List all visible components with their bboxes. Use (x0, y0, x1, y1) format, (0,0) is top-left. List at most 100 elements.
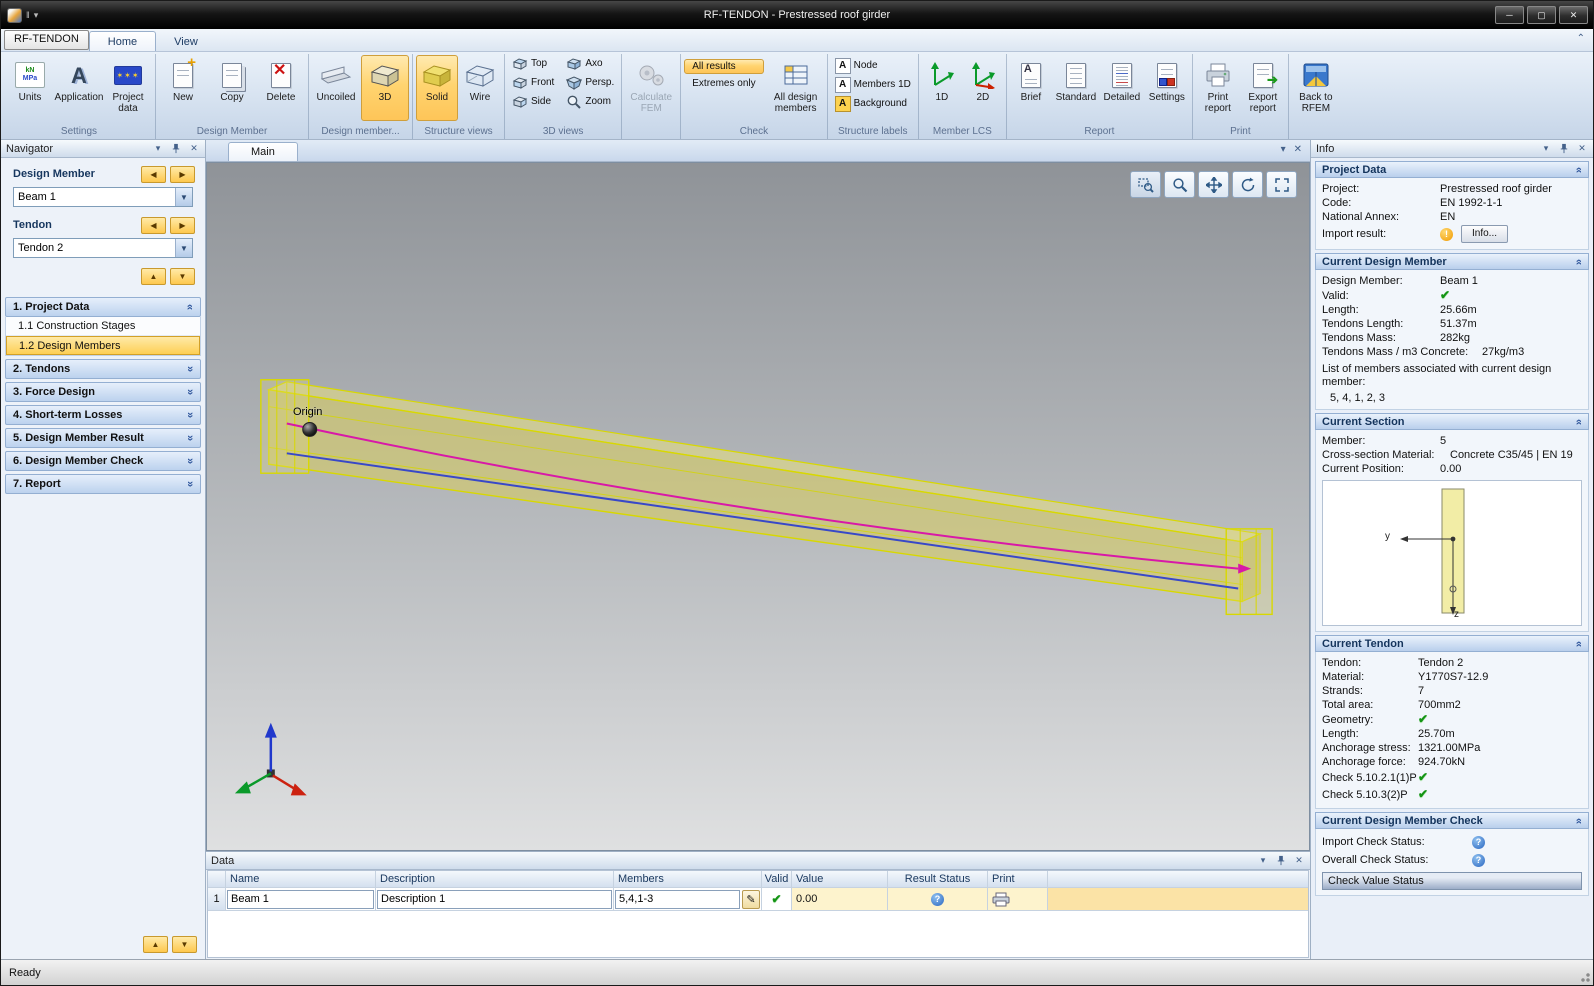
pan-button[interactable] (1198, 171, 1229, 198)
wire-view-button[interactable]: Wire (459, 55, 501, 121)
row-number[interactable]: 1 (208, 888, 226, 911)
design-member-input[interactable] (14, 188, 175, 206)
resize-grip[interactable] (1578, 970, 1590, 982)
standard-report-button[interactable]: Standard (1053, 55, 1099, 121)
nav-section-short-term-losses[interactable]: 4. Short-term Losses » (5, 405, 201, 425)
tendon-input[interactable] (14, 239, 175, 257)
column-header-print[interactable]: Print (988, 871, 1048, 888)
uncoiled-button[interactable]: Uncoiled (312, 55, 360, 121)
nav-item-construction-stages[interactable]: 1.1 Construction Stages (6, 317, 200, 336)
nav-section-design-member-check[interactable]: 6. Design Member Check » (5, 451, 201, 471)
lcs-2d-button[interactable]: 2D (963, 55, 1003, 121)
edit-members-button[interactable]: ✎ (742, 889, 760, 909)
view-close-icon[interactable]: ✕ (1294, 144, 1302, 155)
column-header-value[interactable]: Value (792, 871, 888, 888)
close-icon[interactable]: ✕ (1293, 855, 1305, 866)
next-tendon-button[interactable]: ▶ (170, 216, 195, 234)
export-report-button[interactable]: ➔ Export report (1241, 55, 1285, 121)
back-to-rfem-button[interactable]: Back to RFEM (1292, 55, 1340, 121)
prev-tendon-button[interactable]: ◀ (141, 216, 166, 234)
view-axo-button[interactable]: Axo (562, 55, 618, 72)
panel-menu-icon[interactable]: ▾ (1257, 855, 1269, 866)
origin-marker[interactable] (302, 421, 318, 437)
brief-report-button[interactable]: A Brief (1010, 55, 1052, 121)
viewport-3d[interactable]: Origin (206, 162, 1310, 851)
detailed-report-button[interactable]: Detailed (1100, 55, 1144, 121)
info-section-header[interactable]: Current Design Member Check » (1315, 812, 1589, 829)
panel-menu-icon[interactable]: ▾ (152, 143, 164, 154)
nav-section-report[interactable]: 7. Report » (5, 474, 201, 494)
quick-access-dropdown-icon[interactable]: ▾ (34, 10, 39, 21)
tendon-down-button[interactable]: ▼ (170, 267, 195, 285)
nav-section-design-member-result[interactable]: 5. Design Member Result » (5, 428, 201, 448)
view-menu-icon[interactable]: ▾ (1281, 144, 1286, 155)
units-button[interactable]: kN MPa Units (6, 55, 54, 121)
tab-main-view[interactable]: Main (228, 142, 298, 161)
column-header-name[interactable]: Name (226, 871, 376, 888)
members-1d-labels-button[interactable]: A Members 1D (831, 76, 915, 93)
name-field[interactable] (227, 889, 374, 909)
chevron-down-icon[interactable]: ▼ (175, 239, 192, 257)
column-header-result-status[interactable]: Result Status (888, 871, 988, 888)
application-menu-button[interactable]: RF-TENDON (4, 30, 89, 50)
column-header-members[interactable]: Members (614, 871, 762, 888)
girder-beam[interactable] (266, 381, 1263, 603)
nav-item-design-members[interactable]: 1.2 Design Members (6, 336, 200, 355)
members-field[interactable] (615, 889, 740, 909)
nav-section-force-design[interactable]: 3. Force Design » (5, 382, 201, 402)
new-button[interactable]: + New (159, 55, 207, 121)
close-icon[interactable]: ✕ (188, 143, 200, 154)
orbit-button[interactable] (1232, 171, 1263, 198)
info-section-header[interactable]: Project Data » (1315, 161, 1589, 178)
zoom-window-button[interactable] (1130, 171, 1161, 198)
maximize-button[interactable]: ▢ (1527, 6, 1556, 24)
nav-section-tendons[interactable]: 2. Tendons » (5, 359, 201, 379)
report-settings-button[interactable]: Settings (1145, 55, 1189, 121)
view-top-button[interactable]: Top (508, 55, 558, 72)
column-header-description[interactable]: Description (376, 871, 614, 888)
close-icon[interactable]: ✕ (1576, 143, 1588, 154)
tendon-combo[interactable]: ▼ (13, 238, 193, 258)
print-row-icon[interactable] (992, 892, 1010, 907)
pin-icon[interactable] (1558, 143, 1570, 154)
pin-icon[interactable] (1275, 855, 1287, 866)
chevron-down-icon[interactable]: ▼ (175, 188, 192, 206)
ribbon-collapse-icon[interactable]: ⌃ (1577, 33, 1585, 44)
tab-view[interactable]: View (156, 32, 216, 51)
tab-home[interactable]: Home (88, 31, 157, 51)
copy-button[interactable]: Copy (208, 55, 256, 121)
project-data-button[interactable]: ✶✶✶ Project data (104, 55, 152, 121)
info-section-header[interactable]: Current Design Member » (1315, 253, 1589, 270)
check-value-status-row[interactable]: Check Value Status (1322, 872, 1582, 890)
design-member-combo[interactable]: ▼ (13, 187, 193, 207)
app-icon[interactable] (7, 7, 22, 23)
nav-scroll-up-button[interactable]: ▲ (143, 936, 168, 953)
import-info-button[interactable]: Info... (1461, 225, 1509, 243)
zoom-extents-button[interactable] (1266, 171, 1297, 198)
background-labels-button[interactable]: A Background (831, 95, 915, 112)
next-design-member-button[interactable]: ▶ (170, 165, 195, 183)
pin-icon[interactable] (170, 143, 182, 154)
all-results-button[interactable]: All results (684, 59, 764, 74)
nav-scroll-down-button[interactable]: ▼ (172, 936, 197, 953)
view-persp-button[interactable]: Persp. (562, 74, 618, 91)
viewport-canvas[interactable] (207, 163, 1309, 850)
delete-button[interactable]: ✕ Delete (257, 55, 305, 121)
view-side-button[interactable]: Side (508, 93, 558, 110)
value-cell[interactable]: 0.00 (792, 888, 888, 911)
application-settings-button[interactable]: A Application (55, 55, 104, 121)
lcs-1d-button[interactable]: 1D (922, 55, 962, 121)
result-status-icon[interactable]: ? (931, 892, 944, 906)
tendon-up-button[interactable]: ▲ (141, 267, 166, 285)
nav-section-project-data[interactable]: 1. Project Data » (5, 297, 201, 317)
info-section-header[interactable]: Current Tendon » (1315, 635, 1589, 652)
solid-view-button[interactable]: Solid (416, 55, 458, 121)
node-labels-button[interactable]: A Node (831, 57, 915, 74)
zoom-button[interactable] (1164, 171, 1195, 198)
close-button[interactable]: ✕ (1559, 6, 1588, 24)
prev-design-member-button[interactable]: ◀ (141, 165, 166, 183)
column-header-valid[interactable]: Valid (762, 871, 792, 888)
all-design-members-button[interactable]: All design members (768, 55, 824, 121)
view-3d-button[interactable]: 3D (361, 55, 409, 121)
panel-menu-icon[interactable]: ▾ (1540, 143, 1552, 154)
